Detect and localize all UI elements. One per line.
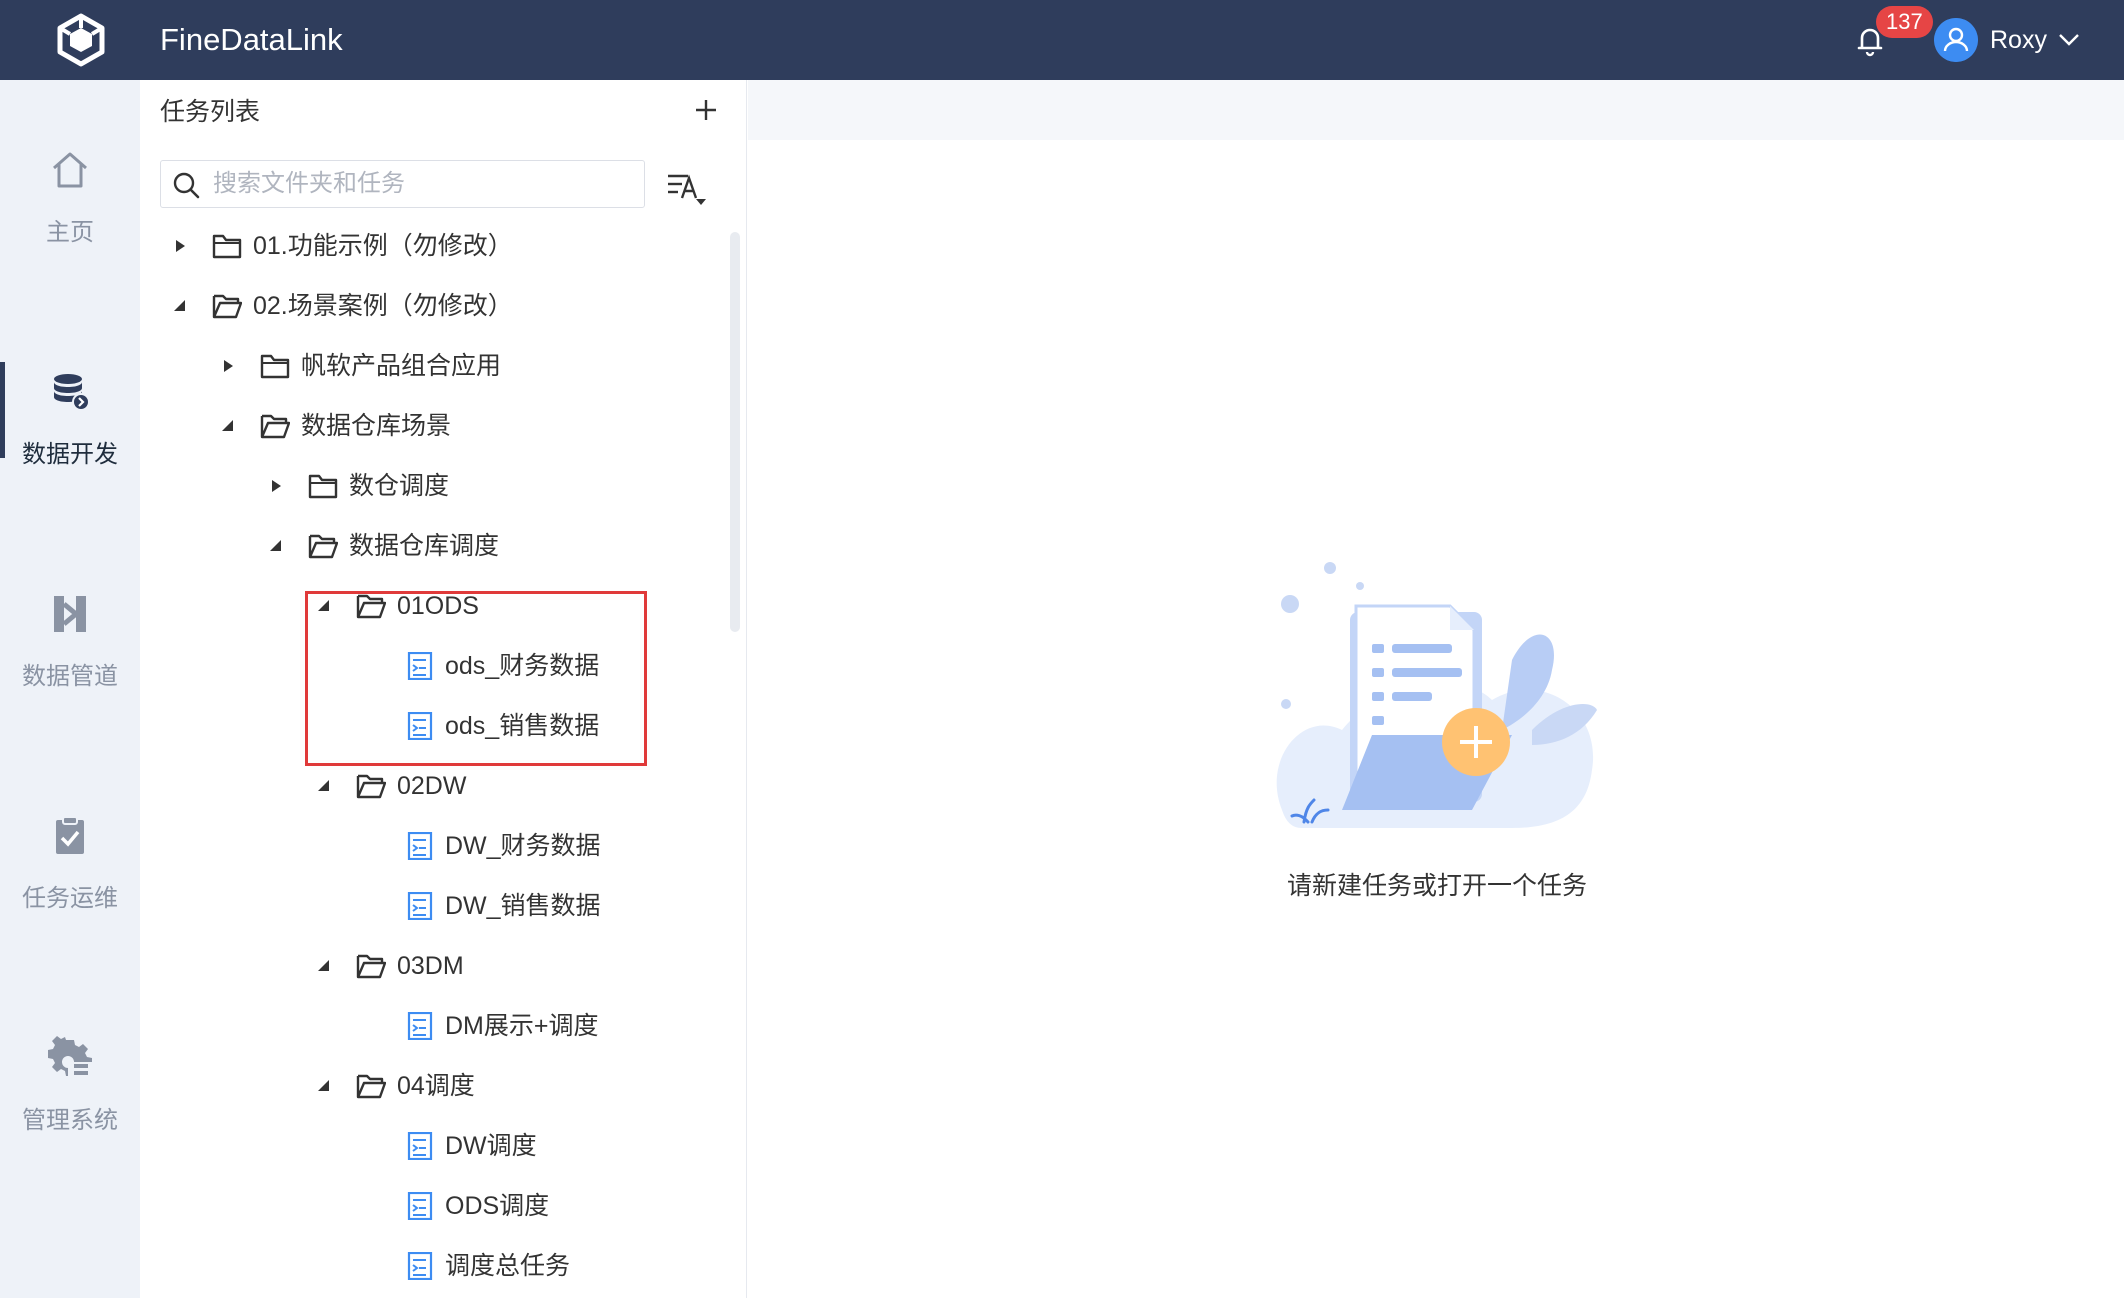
caret-down-icon[interactable] <box>314 956 334 976</box>
caret-down-icon[interactable] <box>314 1076 334 1096</box>
folder-open-icon <box>308 534 338 559</box>
tree-task-row[interactable]: DM展示+调度 <box>140 996 720 1056</box>
add-icon[interactable] <box>688 92 724 128</box>
tree-item-label: DM展示+调度 <box>445 1012 599 1040</box>
top-bar: FineDataLink 137 Roxy <box>0 0 2124 80</box>
user-name[interactable]: Roxy <box>1990 22 2047 58</box>
nav-item-data-development[interactable]: 数据开发 <box>0 342 140 502</box>
empty-state-illustration-icon <box>1276 562 1597 828</box>
tree-folder-row[interactable]: 01ODS <box>140 576 720 636</box>
tree-task-row[interactable]: DW调度 <box>140 1116 720 1176</box>
tree-folder-row[interactable]: 01.功能示例（勿修改） <box>140 216 720 276</box>
tree-folder-row[interactable]: 04调度 <box>140 1056 720 1116</box>
folder-open-icon <box>356 594 386 619</box>
tree-item-label: ods_销售数据 <box>445 712 600 740</box>
folder-icon <box>308 474 338 499</box>
chevron-down-icon[interactable] <box>2056 26 2082 52</box>
gear-icon <box>48 1036 92 1076</box>
sort-icon[interactable] <box>664 166 708 210</box>
task-file-icon <box>407 712 433 740</box>
folder-icon <box>260 354 290 379</box>
tree-item-label: 01.功能示例（勿修改） <box>253 232 513 260</box>
tree-folder-row[interactable]: 帆软产品组合应用 <box>140 336 720 396</box>
pipeline-icon <box>54 596 86 632</box>
tree-task-row[interactable]: 调度总任务 <box>140 1236 720 1296</box>
folder-icon <box>212 234 242 259</box>
task-file-icon <box>407 1252 433 1280</box>
nav-label: 管理系统 <box>22 1107 118 1134</box>
empty-state-text: 请新建任务或打开一个任务 <box>1286 872 1587 900</box>
tree-item-label: 03DM <box>397 952 464 980</box>
nav-label: 数据管道 <box>22 663 118 690</box>
tree-item-label: DW_销售数据 <box>445 892 601 920</box>
tree-item-label: 02.场景案例（勿修改） <box>253 292 513 320</box>
tree-item-label: 数据仓库调度 <box>349 532 500 560</box>
task-list-panel: 任务列表 01.功能示例（勿修改）02.场景案例（勿修改）帆软产品组合应用数据仓… <box>140 80 890 1298</box>
tree-item-label: 01ODS <box>397 592 479 620</box>
tree-item-label: 02DW <box>397 772 467 800</box>
panel-title: 任务列表 <box>160 98 261 126</box>
caret-down-icon[interactable] <box>170 296 190 316</box>
tree-item-label: 调度总任务 <box>445 1252 571 1280</box>
caret-down-icon[interactable] <box>314 776 334 796</box>
nav-label: 数据开发 <box>22 441 118 468</box>
search-input[interactable] <box>213 167 633 201</box>
left-navigation: 主页 数据开发 数据管道 任务运维 管理系统 <box>0 80 140 1298</box>
tree-item-label: 帆软产品组合应用 <box>301 352 502 380</box>
tree-item-label: ods_财务数据 <box>445 652 600 680</box>
user-avatar-icon[interactable] <box>1934 18 1978 62</box>
tree-folder-row[interactable]: 03DM <box>140 936 720 996</box>
caret-down-icon[interactable] <box>266 536 286 556</box>
folder-open-icon <box>212 294 242 319</box>
notification-badge: 137 <box>1876 6 1933 38</box>
tree-item-label: 数据仓库场景 <box>301 412 452 440</box>
task-file-icon <box>407 1192 433 1220</box>
tree-item-label: DW调度 <box>445 1132 537 1160</box>
tree-folder-row[interactable]: 02DW <box>140 756 720 816</box>
tree-task-row[interactable]: ods_销售数据 <box>140 696 720 756</box>
tree-task-row[interactable]: DW_财务数据 <box>140 816 720 876</box>
tree-task-row[interactable]: ODS调度 <box>140 1176 720 1236</box>
tree-folder-row[interactable]: 02.场景案例（勿修改） <box>140 276 720 336</box>
nav-item-task-ops[interactable]: 任务运维 <box>0 786 140 946</box>
tree-item-label: 数仓调度 <box>349 472 450 500</box>
scrollbar[interactable] <box>730 232 740 632</box>
folder-open-icon <box>260 414 290 439</box>
tree-item-label: DW_财务数据 <box>445 832 601 860</box>
caret-down-icon[interactable] <box>314 596 334 616</box>
task-file-icon <box>407 892 433 920</box>
content-tab-bar <box>748 80 2124 140</box>
tree-item-label: 04调度 <box>397 1072 475 1100</box>
caret-right-icon[interactable] <box>170 236 190 256</box>
caret-right-icon[interactable] <box>266 476 286 496</box>
app-title: FineDataLink <box>160 22 343 57</box>
database-icon <box>54 374 90 411</box>
caret-right-icon[interactable] <box>218 356 238 376</box>
home-icon <box>53 152 87 188</box>
nav-label: 主页 <box>46 219 94 246</box>
task-ops-icon <box>56 816 84 854</box>
task-file-icon <box>407 652 433 680</box>
task-file-icon <box>407 832 433 860</box>
logo-icon <box>57 13 105 67</box>
nav-item-home[interactable]: 主页 <box>0 120 140 280</box>
tree-folder-row[interactable]: 数据仓库场景 <box>140 396 720 456</box>
task-file-icon <box>407 1132 433 1160</box>
tree-item-label: ODS调度 <box>445 1192 550 1220</box>
search-box <box>160 160 645 208</box>
nav-item-data-pipeline[interactable]: 数据管道 <box>0 564 140 724</box>
nav-label: 任务运维 <box>22 885 118 912</box>
tree-folder-row[interactable]: 数仓调度 <box>140 456 720 516</box>
nav-item-management[interactable]: 管理系统 <box>0 1008 140 1168</box>
search-icon <box>173 172 200 199</box>
folder-open-icon <box>356 1074 386 1099</box>
folder-open-icon <box>356 954 386 979</box>
folder-open-icon <box>356 774 386 799</box>
caret-down-icon[interactable] <box>218 416 238 436</box>
tree-task-row[interactable]: DW_销售数据 <box>140 876 720 936</box>
tree-task-row[interactable]: ods_财务数据 <box>140 636 720 696</box>
task-file-icon <box>407 1012 433 1040</box>
tree-folder-row[interactable]: 数据仓库调度 <box>140 516 720 576</box>
